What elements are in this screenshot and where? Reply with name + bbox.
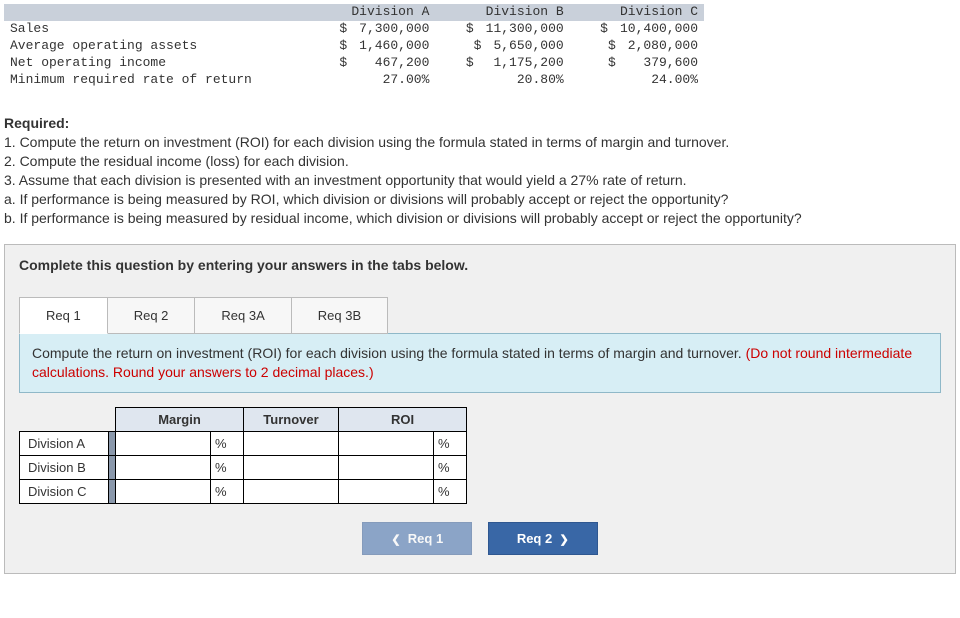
required-line: 3. Assume that each division is presente… — [4, 172, 687, 188]
required-heading: Required: — [4, 115, 69, 131]
drag-handle-icon[interactable] — [109, 455, 116, 479]
cell: $ 2,080,000 — [570, 38, 704, 55]
answer-col-header: Turnover — [244, 407, 339, 431]
unit-label: % — [434, 479, 467, 503]
row-label: Sales — [4, 21, 301, 38]
complete-message: Complete this question by entering your … — [19, 257, 941, 273]
required-line: a. If performance is being measured by R… — [4, 191, 728, 207]
division-data-table: Division A Division B Division C Sales $… — [4, 4, 704, 88]
drag-handle-icon[interactable] — [109, 431, 116, 455]
chevron-right-icon: ❯ — [559, 534, 568, 546]
cell: $ 10,400,000 — [570, 21, 704, 38]
answer-panel: Complete this question by entering your … — [4, 244, 956, 574]
answer-table: Margin Turnover ROI Division A % % Divis… — [19, 407, 467, 504]
cell: $ 5,650,000 — [435, 38, 569, 55]
row-label: Minimum required rate of return — [4, 72, 301, 89]
chevron-left-icon: ❮ — [391, 534, 400, 546]
instruction-box: Compute the return on investment (ROI) f… — [19, 333, 941, 393]
answer-row: Division B % % — [20, 455, 467, 479]
cell: $ 379,600 — [570, 55, 704, 72]
required-line: 2. Compute the residual income (loss) fo… — [4, 153, 349, 169]
margin-input[interactable] — [116, 431, 211, 455]
roi-input[interactable] — [339, 479, 434, 503]
next-button[interactable]: Req 2 ❯ — [488, 522, 598, 555]
turnover-input[interactable] — [244, 431, 339, 455]
cell: $ 1,175,200 — [435, 55, 569, 72]
prev-button[interactable]: ❮ Req 1 — [362, 522, 472, 555]
required-line: 1. Compute the return on investment (ROI… — [4, 134, 729, 150]
cell: $ 7,300,000 — [301, 21, 435, 38]
roi-input[interactable] — [339, 455, 434, 479]
tab-req3a[interactable]: Req 3A — [194, 297, 291, 334]
col-header: Division C — [570, 4, 704, 21]
cell: $ 11,300,000 — [435, 21, 569, 38]
turnover-input[interactable] — [244, 455, 339, 479]
row-label: Net operating income — [4, 55, 301, 72]
required-line: b. If performance is being measured by r… — [4, 210, 802, 226]
cell: 27.00% — [301, 72, 435, 89]
unit-label: % — [434, 455, 467, 479]
col-header: Division A — [301, 4, 435, 21]
unit-label: % — [211, 455, 244, 479]
answer-row-label: Division B — [20, 455, 109, 479]
answer-row: Division C % % — [20, 479, 467, 503]
tab-req2[interactable]: Req 2 — [107, 297, 196, 334]
tab-bar: Req 1 Req 2 Req 3A Req 3B — [19, 297, 941, 334]
cell: $ 1,460,000 — [301, 38, 435, 55]
roi-input[interactable] — [339, 431, 434, 455]
unit-label: % — [211, 431, 244, 455]
answer-row-label: Division C — [20, 479, 109, 503]
unit-label: % — [211, 479, 244, 503]
tab-req1[interactable]: Req 1 — [19, 297, 108, 334]
col-header: Division B — [435, 4, 569, 21]
required-section: Required: 1. Compute the return on inves… — [4, 114, 956, 227]
answer-row-label: Division A — [20, 431, 109, 455]
unit-label: % — [434, 431, 467, 455]
margin-input[interactable] — [116, 479, 211, 503]
turnover-input[interactable] — [244, 479, 339, 503]
margin-input[interactable] — [116, 455, 211, 479]
answer-row: Division A % % — [20, 431, 467, 455]
drag-handle-icon[interactable] — [109, 479, 116, 503]
tab-req3b[interactable]: Req 3B — [291, 297, 388, 334]
row-label: Average operating assets — [4, 38, 301, 55]
instruction-text: Compute the return on investment (ROI) f… — [32, 345, 746, 361]
answer-col-header: Margin — [116, 407, 244, 431]
answer-col-header: ROI — [339, 407, 467, 431]
cell: $ 467,200 — [301, 55, 435, 72]
cell: 20.80% — [435, 72, 569, 89]
nav-buttons: ❮ Req 1 Req 2 ❯ — [19, 522, 941, 555]
cell: 24.00% — [570, 72, 704, 89]
